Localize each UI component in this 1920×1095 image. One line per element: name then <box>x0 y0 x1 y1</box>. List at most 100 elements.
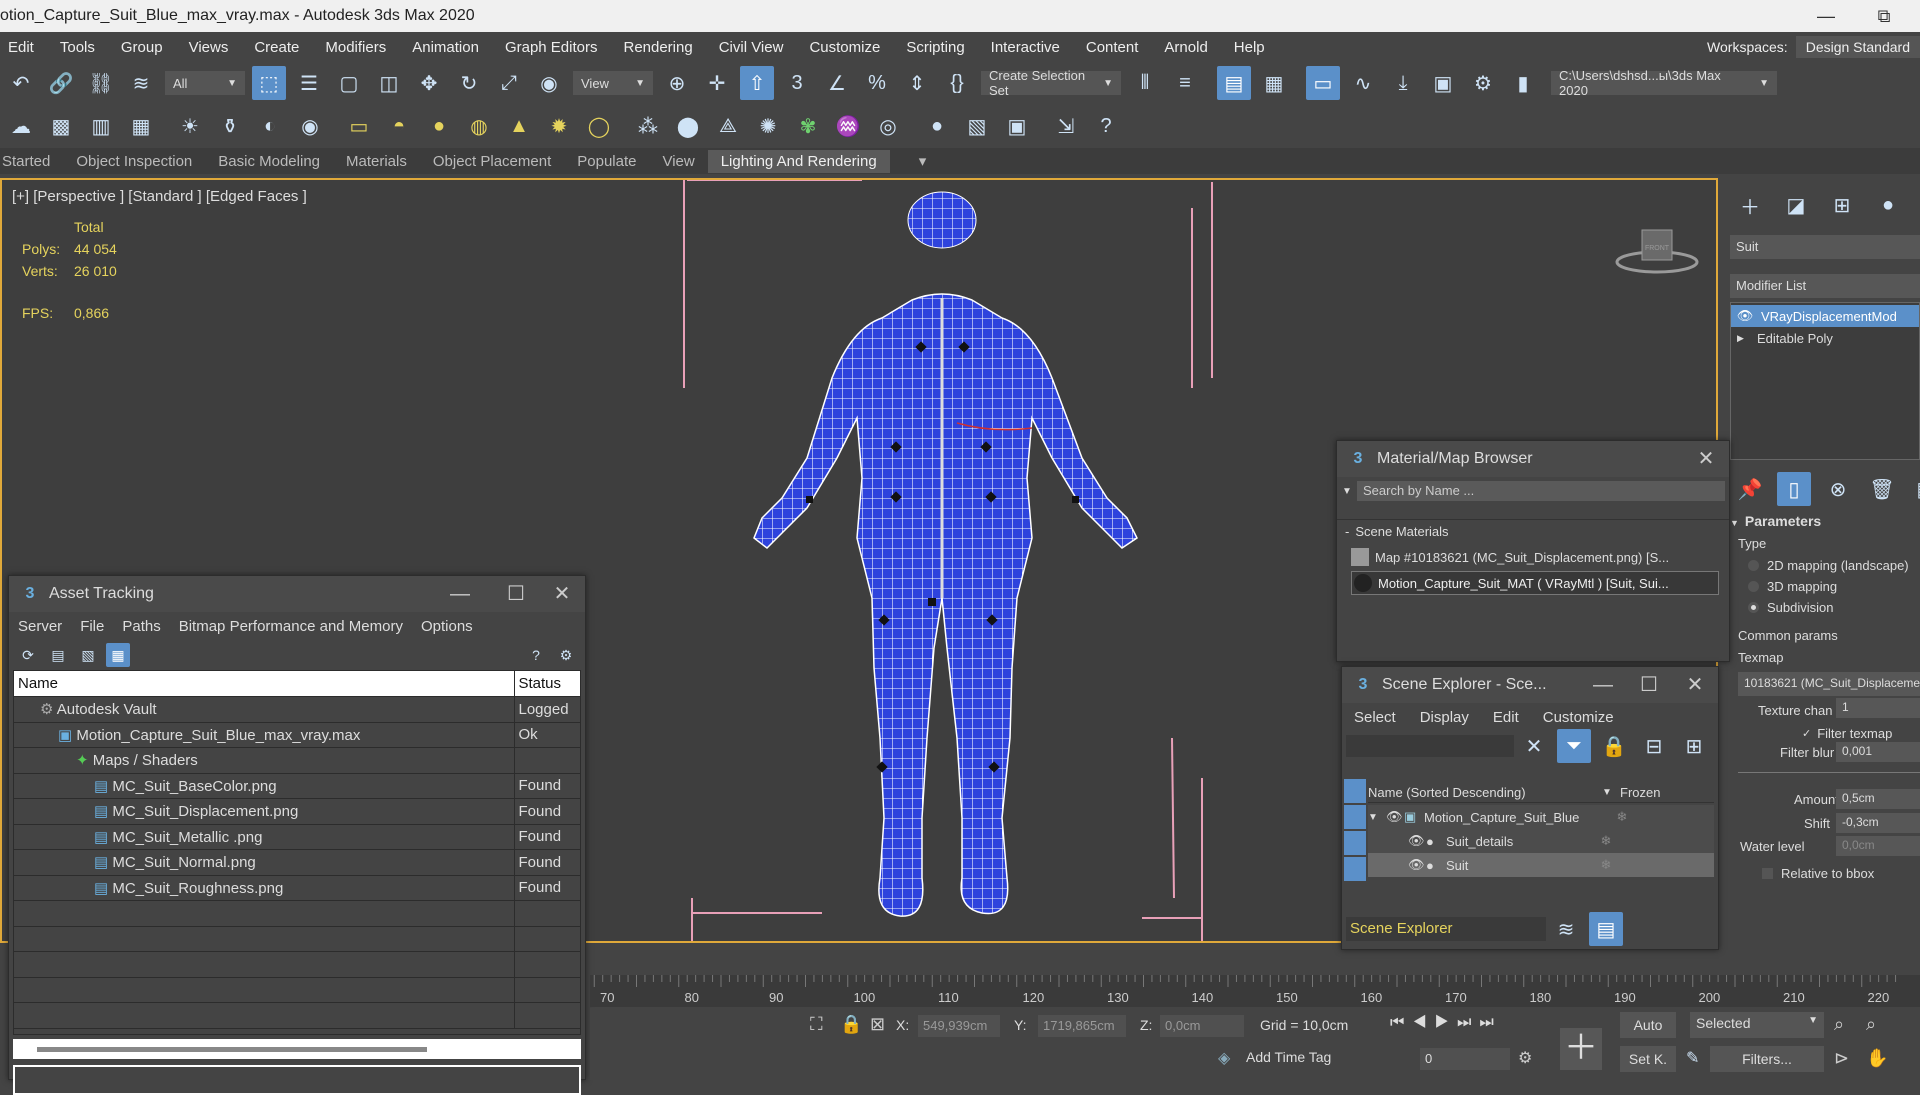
filter-texmap-checkbox[interactable]: ✓ Filter texmap <box>1802 726 1920 741</box>
help-icon[interactable]: ? <box>524 643 548 667</box>
layers-icon[interactable]: ≋ <box>1549 912 1583 946</box>
set-key-big-icon[interactable]: ＋ <box>1560 1028 1602 1070</box>
minimize-icon[interactable]: — <box>437 576 483 612</box>
eye-icon[interactable]: 👁 <box>1408 833 1426 849</box>
ies-light-icon[interactable]: ▲ <box>502 109 536 143</box>
curve-editor-icon[interactable]: ∿ <box>1346 66 1380 100</box>
scene-explorer-name-dropdown[interactable]: Scene Explorer <box>1346 917 1546 941</box>
key-filter-icon[interactable]: ✎ <box>1686 1048 1699 1068</box>
menu-rendering[interactable]: Rendering <box>610 39 705 56</box>
freeze-icon[interactable]: ❄ <box>1586 833 1626 849</box>
isolate-icon[interactable]: ⛶ <box>810 1014 823 1035</box>
menu-content[interactable]: Content <box>1073 39 1152 56</box>
material-item-displacement-map[interactable]: Map #10183621 (MC_Suit_Displacement.png)… <box>1351 545 1719 569</box>
object-name-field[interactable]: Suit <box>1730 235 1920 259</box>
amount-input[interactable]: 0,5cm <box>1836 789 1920 809</box>
radio-3d-mapping[interactable]: 3D mapping <box>1748 579 1920 594</box>
minimize-button[interactable]: — <box>1802 0 1850 32</box>
rotate-icon[interactable]: ↻ <box>452 66 486 100</box>
asset-row-roughness[interactable]: ▤ MC_Suit_Roughness.png Found <box>14 875 580 901</box>
menu-scripting[interactable]: Scripting <box>893 39 977 56</box>
modifier-list-dropdown[interactable]: Modifier List <box>1730 274 1920 298</box>
snaps-toggle-icon[interactable]: 3 <box>780 66 814 100</box>
lights-filter-icon[interactable] <box>1344 831 1366 855</box>
list-view-icon[interactable]: ▤ <box>46 643 70 667</box>
menu-file[interactable]: File <box>71 618 113 635</box>
filter-blur-input[interactable]: 0,001 <box>1836 742 1920 762</box>
scrollbar-thumb[interactable] <box>37 1047 427 1052</box>
filter-icon[interactable]: ⏷ <box>1557 729 1591 763</box>
select-manipulate-icon[interactable]: ✛ <box>700 66 734 100</box>
time-config-icon[interactable]: ⚙ <box>1518 1048 1532 1068</box>
scale-icon[interactable]: ⤢ <box>492 66 526 100</box>
table-view-icon[interactable]: ▦ <box>106 643 130 667</box>
dome-light-icon[interactable]: ◓ <box>382 109 416 143</box>
pin-stack-icon[interactable]: 📌 <box>1733 472 1767 506</box>
tab-view[interactable]: View <box>649 153 707 170</box>
scene-row-motion-capture-suit-blue[interactable]: ▼ 👁 ▣ Motion_Capture_Suit_Blue ❄ <box>1368 805 1714 829</box>
bind-space-warp-icon[interactable]: ≋ <box>124 66 158 100</box>
configure-sets-icon[interactable]: ▦ <box>1909 472 1920 506</box>
menu-bitmap-performance[interactable]: Bitmap Performance and Memory <box>170 618 412 635</box>
z-coordinate-field[interactable]: 0,0cm <box>1160 1015 1244 1037</box>
rectangular-selection-icon[interactable]: ▢ <box>332 66 366 100</box>
align-icon[interactable]: ≡ <box>1168 66 1202 100</box>
texture-chan-input[interactable]: 1 <box>1836 698 1920 718</box>
menu-interactive[interactable]: Interactive <box>978 39 1073 56</box>
set-key-button[interactable]: Set K. <box>1620 1046 1676 1072</box>
hair-icon[interactable]: ♒ <box>831 109 865 143</box>
menu-tools[interactable]: Tools <box>47 39 108 56</box>
menu-edit[interactable]: Edit <box>0 39 47 56</box>
teapot-icon[interactable]: ⚱ <box>213 109 247 143</box>
maximize-icon[interactable]: ☐ <box>1626 667 1672 703</box>
scene-row-suit-details[interactable]: 👁 ● Suit_details ❄ <box>1368 829 1714 853</box>
ribbon-options-icon[interactable]: ▾ <box>906 152 940 170</box>
tab-materials[interactable]: Materials <box>333 153 420 170</box>
settings-icon[interactable]: ⚙ <box>554 643 578 667</box>
timeline[interactable]: 70 80 90 100 110 120 130 140 150 160 170 180 190 200 2… <box>590 975 1920 1007</box>
menu-paths[interactable]: Paths <box>113 618 169 635</box>
texmap-button[interactable]: 10183621 (MC_Suit_Displacement <box>1738 672 1920 696</box>
light-lister-icon[interactable]: ☀ <box>173 109 207 143</box>
close-icon[interactable]: ✕ <box>1683 441 1729 477</box>
window-crossing-icon[interactable]: ◫ <box>372 66 406 100</box>
close-icon[interactable]: ✕ <box>1672 667 1718 703</box>
tab-basic-modeling[interactable]: Basic Modeling <box>205 153 333 170</box>
freeze-icon[interactable]: ❄ <box>1602 809 1642 825</box>
render-setup-icon[interactable]: ⚙ <box>1466 66 1500 100</box>
eye-icon[interactable]: 👁 <box>1386 809 1404 825</box>
shift-input[interactable]: -0,3cm <box>1836 813 1920 833</box>
viewcube[interactable]: FRONT <box>1612 220 1702 280</box>
water-level-input[interactable]: 0,0cm <box>1836 836 1920 856</box>
zoom-icon[interactable]: ⌕ <box>1834 1014 1844 1035</box>
menu-server[interactable]: Server <box>9 618 71 635</box>
close-icon[interactable]: ✕ <box>539 576 585 612</box>
eye-icon[interactable]: 👁 <box>1408 857 1426 873</box>
asset-row-maps-shaders[interactable]: ✦ Maps / Shaders <box>14 747 580 774</box>
viewport-label[interactable]: [+] [Perspective ] [Standard ] [Edged Fa… <box>12 188 307 205</box>
menu-group[interactable]: Group <box>108 39 176 56</box>
place-icon[interactable]: ◉ <box>532 66 566 100</box>
material-browser-titlebar[interactable]: 3 Material/Map Browser ✕ <box>1337 441 1729 477</box>
key-mode-dropdown[interactable]: Selected ▼ <box>1690 1012 1824 1038</box>
current-frame-field[interactable]: 0 <box>1420 1048 1510 1070</box>
show-end-result-icon[interactable]: ▯ <box>1777 472 1811 506</box>
project-folder-dropdown[interactable]: C:\Users\dshsd...ы\3ds Max 2020 ▼ <box>1551 68 1777 98</box>
plane-icon[interactable]: ⟁ <box>711 109 745 143</box>
y-coordinate-field[interactable]: 1719,865cm <box>1038 1015 1126 1037</box>
radio-2d-mapping[interactable]: 2D mapping (landscape) <box>1748 558 1920 573</box>
edit-named-selection-icon[interactable]: {} <box>940 66 974 100</box>
asset-row-normal[interactable]: ▤ MC_Suit_Normal.png Found <box>14 849 580 876</box>
export-icon[interactable]: ⇲ <box>1049 109 1083 143</box>
help-icon[interactable]: ? <box>1089 109 1123 143</box>
tab-object-inspection[interactable]: Object Inspection <box>63 153 205 170</box>
modify-tab-icon[interactable]: ◪ <box>1779 188 1813 222</box>
hierarchy-tab-icon[interactable]: ⊞ <box>1825 188 1859 222</box>
stack-item-vray-displacement[interactable]: 👁 VRayDisplacementMod <box>1731 305 1919 327</box>
sun-icon[interactable]: ✹ <box>542 109 576 143</box>
menu-select[interactable]: Select <box>1342 709 1408 726</box>
image-icon[interactable]: ▩ <box>44 109 78 143</box>
col-status-header[interactable]: Status <box>513 671 580 697</box>
fur-icon[interactable]: ⁂ <box>631 109 665 143</box>
relative-bbox-checkbox[interactable]: Relative to bbox <box>1762 866 1920 881</box>
